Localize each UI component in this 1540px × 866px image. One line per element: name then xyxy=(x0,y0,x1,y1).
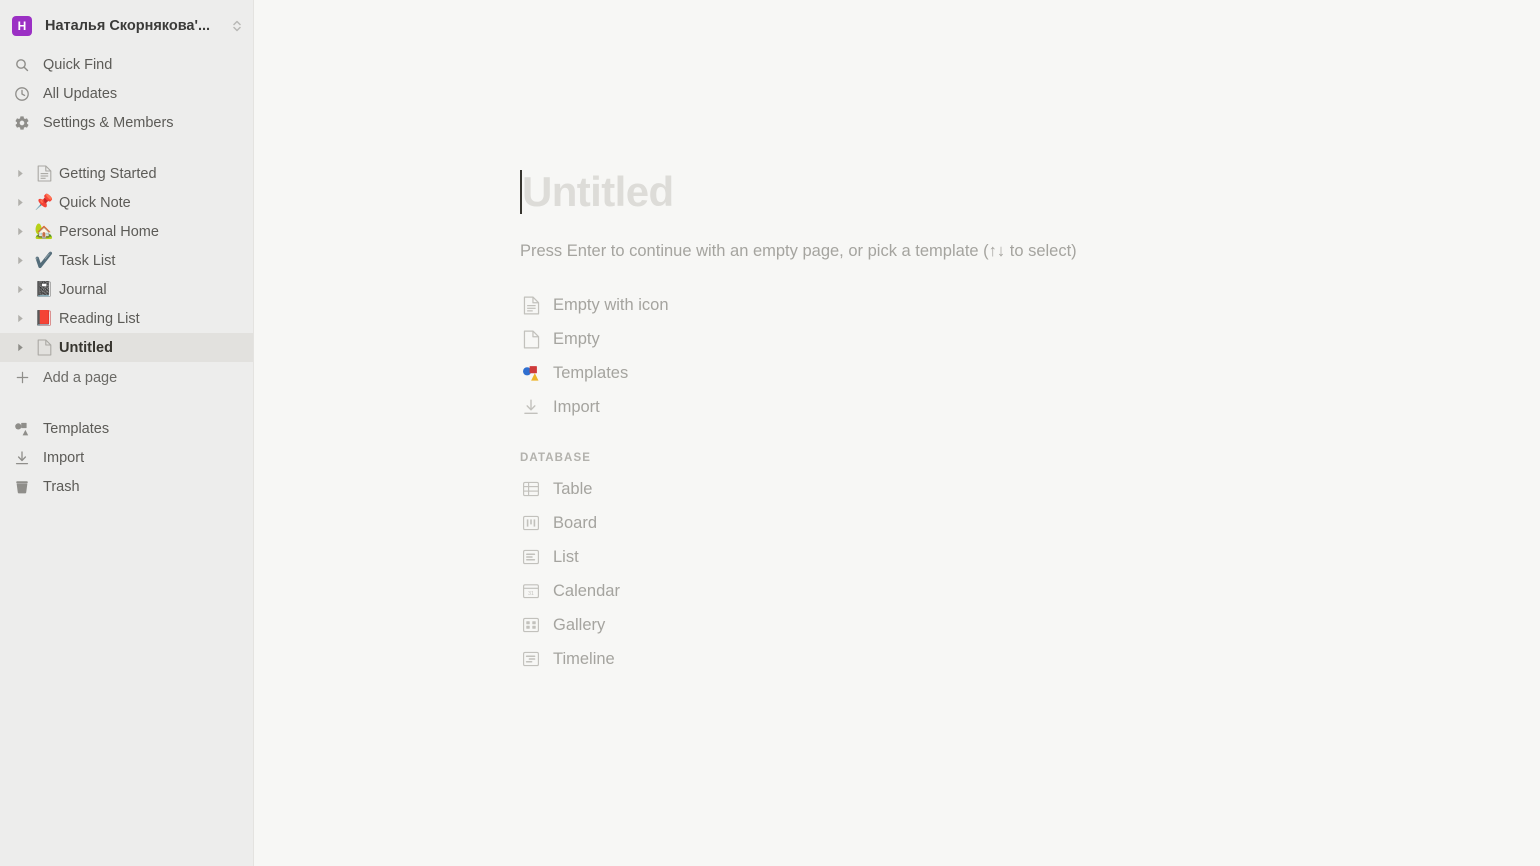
trash-icon xyxy=(13,478,31,496)
import-download-icon xyxy=(13,449,31,467)
sidebar-item-all-updates[interactable]: All Updates xyxy=(0,79,253,108)
sidebar-page-label: Journal xyxy=(59,281,107,298)
option-empty[interactable]: Empty xyxy=(520,322,1080,356)
document-lines-icon xyxy=(34,165,54,182)
option-label: Timeline xyxy=(553,649,615,668)
option-import[interactable]: Import xyxy=(520,390,1080,424)
sidebar-page-getting-started[interactable]: Getting Started xyxy=(0,159,253,188)
chevron-right-icon[interactable] xyxy=(13,312,27,326)
calendar-icon: 31 xyxy=(520,582,542,600)
workspace-avatar: H xyxy=(12,16,32,36)
sidebar-item-label: All Updates xyxy=(43,85,118,102)
import-download-icon xyxy=(520,398,542,416)
template-hint-text: Press Enter to continue with an empty pa… xyxy=(520,242,1077,260)
chevron-right-icon[interactable] xyxy=(13,254,27,268)
gallery-icon xyxy=(520,616,542,634)
templates-icon xyxy=(13,420,31,438)
sidebar-page-task-list[interactable]: ✔️ Task List xyxy=(0,246,253,275)
house-with-garden-emoji: 🏡 xyxy=(34,222,54,240)
clock-icon xyxy=(13,85,31,103)
option-templates[interactable]: Templates xyxy=(520,356,1080,390)
sidebar-page-quick-note[interactable]: 📌 Quick Note xyxy=(0,188,253,217)
workspace-name: Наталья Скорнякова'... xyxy=(45,18,211,34)
sidebar-page-label: Reading List xyxy=(59,310,140,327)
option-calendar[interactable]: 31 Calendar xyxy=(520,574,1080,608)
chevron-right-icon[interactable] xyxy=(13,167,27,181)
check-mark-emoji: ✔️ xyxy=(34,251,54,269)
option-label: Table xyxy=(553,479,593,498)
board-icon xyxy=(520,514,542,532)
sidebar-page-label: Getting Started xyxy=(59,165,157,182)
timeline-icon xyxy=(520,650,542,668)
document-blank-icon xyxy=(34,339,54,356)
option-list[interactable]: List xyxy=(520,540,1080,574)
list-icon xyxy=(520,548,542,566)
sidebar-item-settings-members[interactable]: Settings & Members xyxy=(0,108,253,137)
chevron-right-icon[interactable] xyxy=(13,225,27,239)
templates-color-icon xyxy=(520,365,542,382)
closed-book-emoji: 📕 xyxy=(34,309,54,327)
sidebar-item-templates[interactable]: Templates xyxy=(0,414,253,443)
gear-icon xyxy=(13,114,31,132)
document-blank-icon xyxy=(520,330,542,349)
database-section-label: DATABASE xyxy=(520,452,591,464)
chevron-right-icon[interactable] xyxy=(13,341,27,355)
database-option-list: Table Board List 31 Calendar Gallery Tim… xyxy=(520,472,1540,676)
chevron-right-icon[interactable] xyxy=(13,283,27,297)
sidebar-page-label: Task List xyxy=(59,252,116,269)
search-icon xyxy=(13,56,31,74)
option-label: Board xyxy=(553,513,598,532)
main-content: Untitled Press Enter to continue with an… xyxy=(254,0,1540,866)
plus-icon xyxy=(13,370,31,385)
sidebar-item-label: Trash xyxy=(43,478,80,495)
table-icon xyxy=(520,480,542,498)
sidebar-page-label: Untitled xyxy=(59,339,113,356)
document-lines-icon xyxy=(520,296,542,315)
add-page-button[interactable]: Add a page xyxy=(0,363,253,392)
page-title-placeholder: Untitled xyxy=(522,168,674,215)
sidebar-item-import[interactable]: Import xyxy=(0,443,253,472)
option-timeline[interactable]: Timeline xyxy=(520,642,1080,676)
sidebar-item-label: Import xyxy=(43,449,85,466)
sidebar-page-label: Quick Note xyxy=(59,194,131,211)
sidebar-item-quick-find[interactable]: Quick Find xyxy=(0,50,253,79)
sidebar-page-journal[interactable]: 📓 Journal xyxy=(0,275,253,304)
chevron-up-down-icon[interactable] xyxy=(231,19,243,33)
sidebar-item-label: Templates xyxy=(43,420,110,437)
sidebar: H Наталья Скорнякова'... Quick Find All … xyxy=(0,0,254,866)
option-label: Templates xyxy=(553,363,629,382)
option-label: Calendar xyxy=(553,581,620,600)
sidebar-bottom-nav: Templates Import Trash xyxy=(0,414,253,501)
option-label: Import xyxy=(553,397,600,416)
option-table[interactable]: Table xyxy=(520,472,1080,506)
option-label: List xyxy=(553,547,579,566)
sidebar-pages-list: Getting Started 📌 Quick Note 🏡 Personal … xyxy=(0,159,253,392)
workspace-switcher[interactable]: H Наталья Скорнякова'... xyxy=(0,8,253,44)
sidebar-page-reading-list[interactable]: 📕 Reading List xyxy=(0,304,253,333)
notebook-emoji: 📓 xyxy=(34,280,54,298)
pushpin-emoji: 📌 xyxy=(34,193,54,211)
sidebar-item-trash[interactable]: Trash xyxy=(0,472,253,501)
option-label: Empty xyxy=(553,329,600,348)
page-title-row[interactable]: Untitled xyxy=(520,163,1540,221)
chevron-right-icon[interactable] xyxy=(13,196,27,210)
option-board[interactable]: Board xyxy=(520,506,1080,540)
option-empty-with-icon[interactable]: Empty with icon xyxy=(520,288,1080,322)
option-label: Empty with icon xyxy=(553,295,669,314)
add-page-label: Add a page xyxy=(43,369,118,386)
sidebar-page-personal-home[interactable]: 🏡 Personal Home xyxy=(0,217,253,246)
option-label: Gallery xyxy=(553,615,606,634)
notion-window: H Наталья Скорнякова'... Quick Find All … xyxy=(0,0,1540,866)
sidebar-page-untitled[interactable]: Untitled xyxy=(0,333,253,362)
sidebar-page-label: Personal Home xyxy=(59,223,159,240)
sidebar-nav: Quick Find All Updates Settings & Member… xyxy=(0,50,253,137)
sidebar-item-label: Settings & Members xyxy=(43,114,174,131)
option-gallery[interactable]: Gallery xyxy=(520,608,1080,642)
template-option-list: Empty with icon Empty Templates Import xyxy=(520,288,1540,424)
sidebar-item-label: Quick Find xyxy=(43,56,113,73)
svg-text:31: 31 xyxy=(528,591,534,597)
